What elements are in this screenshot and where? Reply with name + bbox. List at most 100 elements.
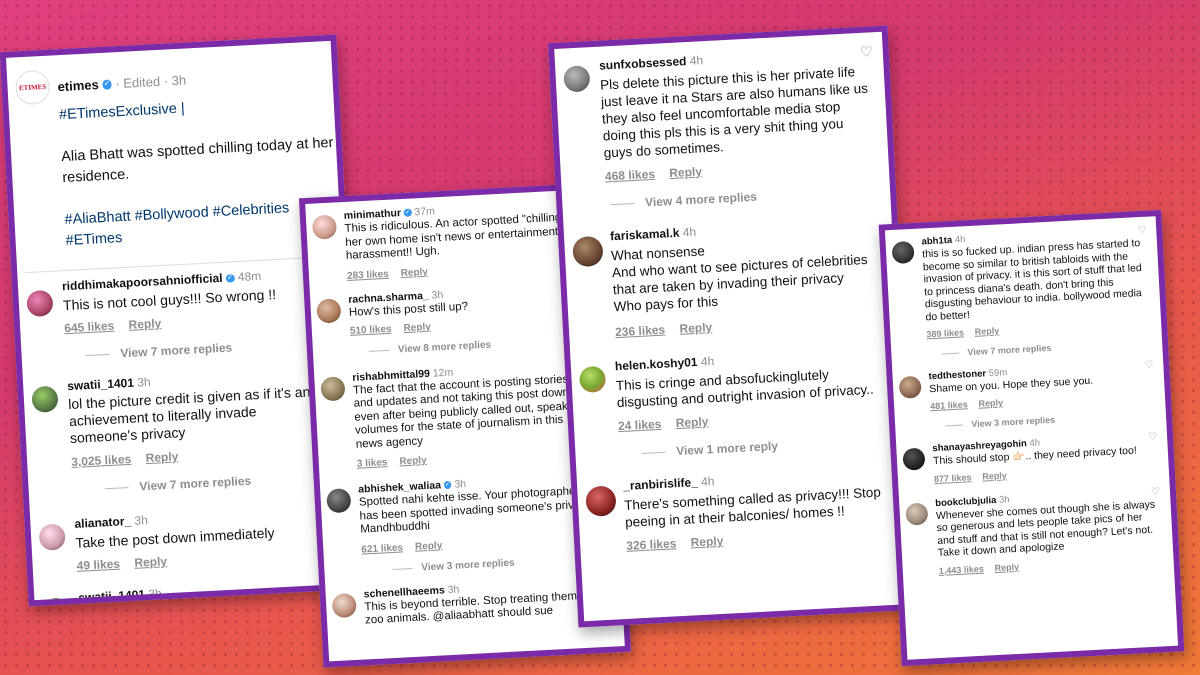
- comment: sunfxobsessed 4h Pls delete this picture…: [563, 44, 889, 186]
- avatar[interactable]: [578, 365, 607, 394]
- reply-button[interactable]: Reply: [403, 321, 431, 333]
- comment-time: 4h: [682, 224, 697, 240]
- comment: abh1ta 4h this is so fucked up. indian p…: [891, 224, 1161, 341]
- likes-count[interactable]: 236 likes: [615, 323, 666, 340]
- comment-time: 3h: [447, 583, 460, 596]
- comment-username[interactable]: abh1ta: [921, 235, 952, 248]
- view-more-label: View 8 more replies: [397, 339, 492, 355]
- verified-badge-icon: [225, 273, 235, 283]
- reply-button[interactable]: Reply: [679, 320, 712, 336]
- likes-count[interactable]: 283 likes: [347, 268, 389, 281]
- comment-username[interactable]: swatii_1401: [67, 376, 134, 393]
- view-more-label: View 4 more replies: [644, 189, 758, 210]
- comment: tedthestoner 59m Shame on you. Hope they…: [898, 359, 1165, 413]
- comment-time: 12m: [432, 366, 454, 380]
- likes-count[interactable]: 645 likes: [64, 319, 115, 336]
- comment-time: 4h: [1029, 437, 1041, 450]
- reply-button[interactable]: Reply: [128, 316, 161, 332]
- view-more-label: View 1 more reply: [675, 438, 779, 459]
- avatar[interactable]: [320, 375, 346, 401]
- likes-count[interactable]: 3,025 likes: [71, 452, 132, 469]
- comment-time: 4h: [689, 53, 704, 68]
- reply-button[interactable]: Reply: [399, 455, 427, 467]
- likes-count[interactable]: 510 likes: [350, 323, 392, 336]
- avatar[interactable]: [326, 488, 352, 514]
- comment-text: Whenever she comes out though she is alw…: [935, 498, 1156, 560]
- view-more-replies[interactable]: View 4 more replies: [610, 183, 890, 212]
- comment-time: 4h: [700, 354, 715, 369]
- avatar[interactable]: [572, 235, 604, 268]
- etimes-logo: ETIMES: [14, 69, 51, 106]
- likes-count[interactable]: 468 likes: [605, 167, 656, 184]
- comment-text: lol the picture credit is given as if it…: [67, 383, 311, 447]
- comment-time: 3h: [998, 493, 1010, 506]
- heart-icon[interactable]: ♡: [1144, 360, 1154, 371]
- view-more-replies[interactable]: View 1 more reply: [641, 432, 903, 460]
- comment: _ranbirislife_ 4h There's something call…: [585, 464, 908, 555]
- view-more-replies[interactable]: View 7 more replies: [941, 337, 1162, 359]
- verified-badge-icon: [403, 208, 412, 217]
- comment-username[interactable]: alianator_: [74, 514, 131, 531]
- view-more-label: View 7 more replies: [120, 340, 233, 361]
- avatar[interactable]: [311, 214, 338, 240]
- comment: riddhimakapoorsahniofficial 48m This is …: [26, 265, 345, 338]
- reply-button[interactable]: Reply: [978, 397, 1003, 408]
- comment: shanayashreyagohin 4h This should stop 👉…: [902, 431, 1169, 485]
- likes-count[interactable]: 481 likes: [930, 399, 968, 411]
- avatar[interactable]: [902, 447, 926, 471]
- avatar[interactable]: [331, 592, 357, 618]
- avatar[interactable]: [898, 375, 922, 399]
- likes-count[interactable]: 1,443 likes: [939, 563, 985, 575]
- comment-username[interactable]: fariskamal.k: [610, 226, 680, 244]
- likes-count[interactable]: 621 likes: [361, 542, 403, 555]
- reply-button[interactable]: Reply: [982, 470, 1007, 481]
- reply-button[interactable]: Reply: [134, 554, 167, 570]
- comment-username[interactable]: helen.koshy01: [615, 355, 698, 373]
- view-more-replies[interactable]: View 3 more replies: [945, 409, 1166, 431]
- comments-card-3: sunfxobsessed 4h Pls delete this picture…: [547, 25, 919, 628]
- reply-button[interactable]: Reply: [994, 561, 1019, 572]
- likes-count[interactable]: 877 likes: [934, 472, 972, 484]
- reply-button[interactable]: Reply: [400, 266, 428, 278]
- comment: bookclubjulia 3h Whenever she comes out …: [905, 485, 1174, 577]
- comment-time: 37m: [414, 205, 436, 219]
- avatar[interactable]: [891, 240, 915, 265]
- heart-icon[interactable]: ♡: [1151, 486, 1161, 497]
- avatar[interactable]: [38, 523, 66, 551]
- reply-button[interactable]: Reply: [145, 449, 178, 465]
- comment-time: 48m: [237, 268, 262, 285]
- avatar[interactable]: [26, 289, 54, 318]
- avatar[interactable]: [563, 65, 591, 93]
- avatar[interactable]: [585, 485, 617, 517]
- likes-count[interactable]: 3 likes: [357, 457, 388, 470]
- comments-card-4: abh1ta 4h this is so fucked up. indian p…: [878, 209, 1185, 667]
- view-more-label: View 3 more replies: [421, 557, 515, 573]
- heart-icon[interactable]: ♡: [1148, 431, 1158, 442]
- avatar[interactable]: [316, 297, 342, 324]
- comment-text: What nonsense And who want to see pictur…: [610, 243, 868, 315]
- reply-button[interactable]: Reply: [415, 540, 443, 552]
- comment-username[interactable]: _ranbirislife_: [623, 475, 698, 493]
- avatar[interactable]: [31, 385, 59, 413]
- reply-button[interactable]: Reply: [690, 534, 723, 550]
- comment-time: 3h: [136, 374, 151, 390]
- comment-username[interactable]: sunfxobsessed: [599, 54, 687, 73]
- reply-button[interactable]: Reply: [675, 414, 708, 430]
- comment-time: 3h: [454, 478, 467, 491]
- comment-text: this is so fucked up. indian press has s…: [921, 237, 1143, 323]
- comment-text: The fact that the account is posting sto…: [352, 373, 574, 451]
- view-more-label: View 3 more replies: [971, 414, 1056, 430]
- heart-icon[interactable]: ♡: [860, 44, 874, 61]
- reply-button[interactable]: Reply: [669, 164, 702, 180]
- comment-time: 3h: [134, 513, 149, 528]
- heart-icon[interactable]: ♡: [1137, 225, 1147, 236]
- likes-count[interactable]: 49 likes: [76, 557, 120, 573]
- view-more-label: View 7 more replies: [139, 473, 252, 494]
- comment-time: 3h: [147, 586, 163, 602]
- post-username[interactable]: etimes: [57, 77, 99, 94]
- likes-count[interactable]: 389 likes: [926, 327, 964, 339]
- likes-count[interactable]: 326 likes: [626, 536, 677, 553]
- reply-button[interactable]: Reply: [974, 326, 999, 337]
- likes-count[interactable]: 24 likes: [618, 417, 662, 433]
- avatar[interactable]: [905, 502, 929, 526]
